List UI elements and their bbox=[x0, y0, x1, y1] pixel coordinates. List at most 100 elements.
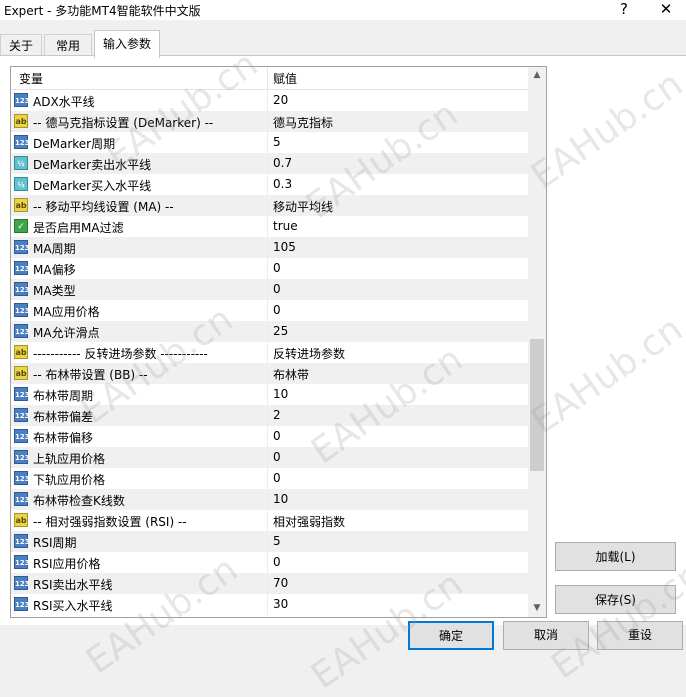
scroll-down-icon[interactable]: ▼ bbox=[528, 600, 546, 617]
parameter-row[interactable]: 123 MA周期 105 bbox=[11, 237, 528, 258]
parameter-value[interactable]: 10 bbox=[273, 492, 288, 506]
column-divider bbox=[267, 195, 268, 216]
parameter-value[interactable]: 2 bbox=[273, 408, 281, 422]
integer-type-icon: 123 bbox=[14, 534, 30, 548]
parameter-row[interactable]: 123 MA类型 0 bbox=[11, 279, 528, 300]
parameter-value[interactable]: 0.7 bbox=[273, 156, 292, 170]
parameter-value[interactable]: 70 bbox=[273, 576, 288, 590]
parameter-value[interactable]: 移动平均线 bbox=[273, 198, 333, 215]
integer-type-icon: 123 bbox=[14, 492, 30, 506]
parameter-value[interactable]: 0 bbox=[273, 282, 281, 296]
parameter-name: 布林带偏移 bbox=[33, 431, 94, 445]
parameter-name: MA允许滑点 bbox=[33, 326, 100, 340]
double-type-icon: ½ bbox=[14, 156, 28, 170]
column-divider bbox=[267, 489, 268, 510]
integer-type-icon: 123 bbox=[14, 261, 30, 275]
parameter-value[interactable]: 0 bbox=[273, 261, 281, 275]
integer-type-icon: 123 bbox=[14, 240, 30, 254]
parameter-name: DeMarker卖出水平线 bbox=[33, 158, 152, 172]
parameter-row[interactable]: 123 上轨应用价格 0 bbox=[11, 447, 528, 468]
parameter-list[interactable]: 变量 赋值 123 ADX水平线 20 ab -- 德马克指标设置 (DeMarker)… bbox=[10, 66, 547, 618]
parameter-value[interactable]: 0 bbox=[273, 303, 281, 317]
parameter-value[interactable]: 25 bbox=[273, 324, 288, 338]
parameter-name: 下轨应用价格 bbox=[33, 473, 106, 487]
parameter-row[interactable]: 123 布林带偏差 2 bbox=[11, 405, 528, 426]
parameter-value[interactable]: 10 bbox=[273, 387, 288, 401]
integer-type-icon: 123 bbox=[14, 93, 30, 107]
load-button[interactable]: 加载(L) bbox=[555, 542, 676, 571]
tab-common[interactable]: 常用 bbox=[44, 34, 92, 57]
parameter-row[interactable]: 123 ADX水平线 20 bbox=[11, 90, 528, 111]
parameter-row[interactable]: 123 MA允许滑点 25 bbox=[11, 321, 528, 342]
ok-button[interactable]: 确定 bbox=[408, 621, 494, 650]
parameter-row[interactable]: ½ DeMarker卖出水平线 0.7 bbox=[11, 153, 528, 174]
parameter-value[interactable]: 0 bbox=[273, 471, 281, 485]
parameter-name: RSI周期 bbox=[33, 536, 77, 550]
parameter-value[interactable]: 30 bbox=[273, 597, 288, 611]
integer-type-icon: 123 bbox=[14, 555, 30, 569]
close-icon[interactable]: ✕ bbox=[646, 0, 686, 20]
parameter-value[interactable]: 相对强弱指数 bbox=[273, 513, 345, 530]
parameter-value[interactable]: 0 bbox=[273, 555, 281, 569]
parameter-row[interactable]: 123 布林带检查K线数 10 bbox=[11, 489, 528, 510]
column-divider bbox=[267, 174, 268, 195]
parameter-row[interactable]: 123 下轨应用价格 0 bbox=[11, 468, 528, 489]
parameter-row[interactable]: ab -- 布林带设置 (BB) -- 布林带 bbox=[11, 363, 528, 384]
string-type-icon: ab bbox=[14, 513, 28, 527]
vertical-scrollbar[interactable]: ▲ ▼ bbox=[528, 67, 546, 617]
column-divider bbox=[267, 384, 268, 405]
scroll-up-icon[interactable]: ▲ bbox=[528, 67, 546, 84]
column-divider bbox=[267, 342, 268, 363]
column-header-variable[interactable]: 变量 bbox=[19, 70, 43, 87]
parameter-row[interactable]: ✓ 是否启用MA过滤 true bbox=[11, 216, 528, 237]
parameter-row[interactable]: 123 MA偏移 0 bbox=[11, 258, 528, 279]
parameter-name: -- 移动平均线设置 (MA) -- bbox=[33, 200, 174, 214]
column-divider bbox=[267, 531, 268, 552]
column-divider bbox=[267, 426, 268, 447]
save-button[interactable]: 保存(S) bbox=[555, 585, 676, 614]
scroll-thumb[interactable] bbox=[530, 339, 544, 471]
parameter-name: RSI应用价格 bbox=[33, 557, 101, 571]
parameter-value[interactable]: 20 bbox=[273, 93, 288, 107]
tab-bar: 关于 常用 输入参数 bbox=[0, 30, 686, 58]
parameter-value[interactable]: 德马克指标 bbox=[273, 114, 333, 131]
parameter-value[interactable]: 5 bbox=[273, 135, 281, 149]
parameter-row[interactable]: ab -- 德马克指标设置 (DeMarker) -- 德马克指标 bbox=[11, 111, 528, 132]
parameter-row[interactable]: ab -- 移动平均线设置 (MA) -- 移动平均线 bbox=[11, 195, 528, 216]
parameter-row[interactable]: 123 DeMarker周期 5 bbox=[11, 132, 528, 153]
parameter-name: MA类型 bbox=[33, 284, 76, 298]
parameter-row[interactable]: ½ DeMarker买入水平线 0.3 bbox=[11, 174, 528, 195]
column-divider bbox=[267, 237, 268, 258]
cancel-button[interactable]: 取消 bbox=[503, 621, 589, 650]
tab-inputs[interactable]: 输入参数 bbox=[94, 30, 160, 58]
column-divider[interactable] bbox=[267, 67, 268, 89]
parameter-row[interactable]: 123 RSI卖出水平线 70 bbox=[11, 573, 528, 594]
parameter-row[interactable]: 123 RSI应用价格 0 bbox=[11, 552, 528, 573]
parameter-value[interactable]: 0.3 bbox=[273, 177, 292, 191]
parameter-value[interactable]: 0 bbox=[273, 429, 281, 443]
column-divider bbox=[267, 552, 268, 573]
reset-button[interactable]: 重设 bbox=[597, 621, 683, 650]
parameter-value[interactable]: 5 bbox=[273, 534, 281, 548]
help-icon[interactable]: ? bbox=[604, 0, 644, 20]
parameter-row[interactable]: 123 MA应用价格 0 bbox=[11, 300, 528, 321]
title-bar: Expert - 多功能MT4智能软件中文版 ? ✕ bbox=[0, 0, 686, 20]
column-divider bbox=[267, 90, 268, 111]
parameter-name: 布林带偏差 bbox=[33, 410, 94, 424]
parameter-value[interactable]: 105 bbox=[273, 240, 296, 254]
parameter-row[interactable]: ab -- 相对强弱指数设置 (RSI) -- 相对强弱指数 bbox=[11, 510, 528, 531]
parameter-row[interactable]: 123 RSI买入水平线 30 bbox=[11, 594, 528, 615]
parameter-name: 上轨应用价格 bbox=[33, 452, 106, 466]
parameter-row[interactable]: 123 布林带偏移 0 bbox=[11, 426, 528, 447]
integer-type-icon: 123 bbox=[14, 408, 30, 422]
integer-type-icon: 123 bbox=[14, 387, 30, 401]
parameter-row[interactable]: 123 RSI周期 5 bbox=[11, 531, 528, 552]
parameter-value[interactable]: 布林带 bbox=[273, 366, 309, 383]
parameter-value[interactable]: true bbox=[273, 219, 298, 233]
tab-about[interactable]: 关于 bbox=[0, 34, 42, 57]
parameter-row[interactable]: ab ----------- 反转进场参数 ----------- 反转进场参数 bbox=[11, 342, 528, 363]
parameter-row[interactable]: 123 布林带周期 10 bbox=[11, 384, 528, 405]
parameter-value[interactable]: 0 bbox=[273, 450, 281, 464]
column-header-value[interactable]: 赋值 bbox=[273, 70, 297, 87]
parameter-value[interactable]: 反转进场参数 bbox=[273, 345, 345, 362]
